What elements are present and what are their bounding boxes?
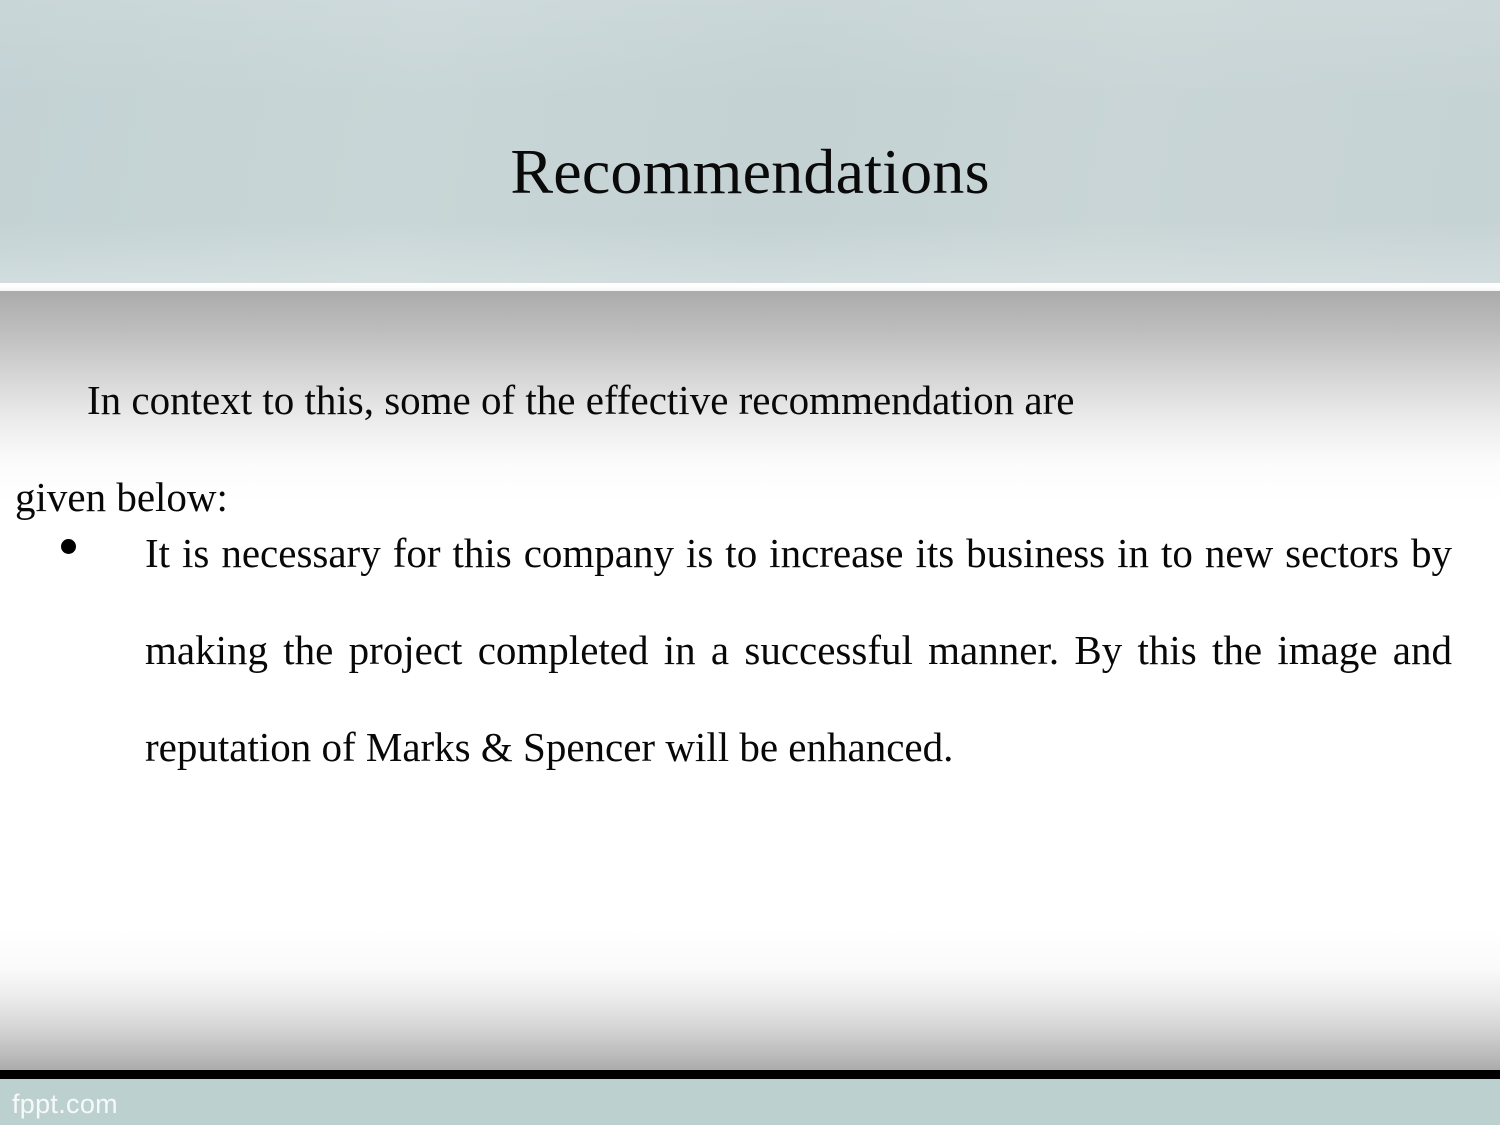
header-separator <box>0 283 1500 291</box>
bullet-item-text: It is necessary for this company is to i… <box>145 530 1452 770</box>
list-item: It is necessary for this company is to i… <box>0 505 1500 796</box>
presentation-slide: Recommendations In context to this, some… <box>0 0 1500 1125</box>
slide-footer-band <box>0 1079 1500 1125</box>
intro-paragraph-line-1: In context to this, some of the effectiv… <box>87 377 1075 423</box>
fppt-watermark: fppt.com <box>12 1089 118 1119</box>
bullet-point-icon <box>61 539 76 554</box>
footer-divider-rule <box>0 1070 1500 1079</box>
bullet-list: It is necessary for this company is to i… <box>0 505 1500 796</box>
page-title: Recommendations <box>510 135 990 207</box>
